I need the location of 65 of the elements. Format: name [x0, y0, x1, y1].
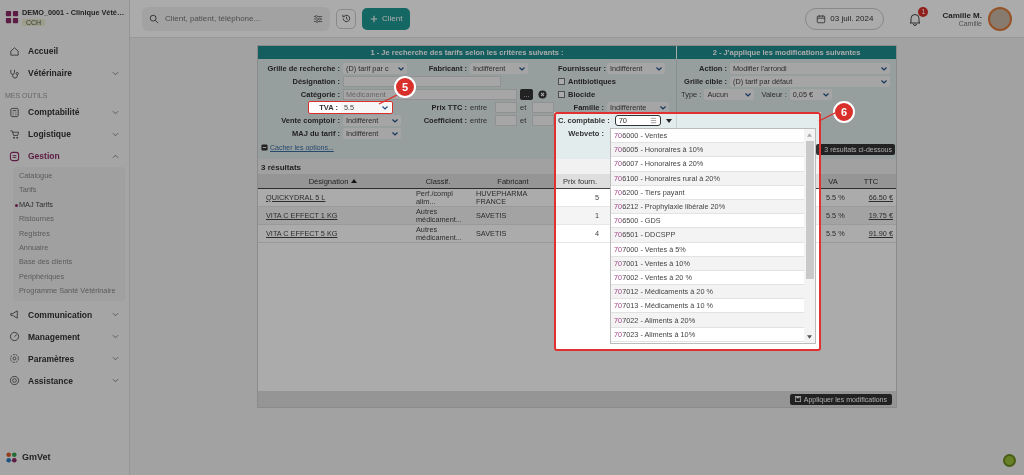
clinic-logo-icon	[5, 10, 19, 24]
chevron-down-icon	[112, 131, 119, 137]
gear-icon	[9, 353, 20, 364]
nav-item[interactable]: Management	[5, 325, 125, 348]
history-button[interactable]	[336, 8, 356, 29]
minus-icon	[261, 144, 268, 151]
scroll-down-icon[interactable]	[807, 335, 812, 339]
nav-item[interactable]: Paramètres	[5, 347, 125, 370]
chevron-down-icon	[881, 66, 887, 71]
text-field[interactable]	[532, 102, 554, 113]
checkbox[interactable]	[558, 91, 565, 98]
chevron-up-icon	[112, 153, 119, 159]
chevron-down-icon	[392, 131, 398, 136]
brand-logo-icon	[5, 450, 18, 464]
nav-item[interactable]: Comptabilité	[5, 101, 125, 123]
scroll-up-icon[interactable]	[807, 133, 812, 137]
checkbox[interactable]	[558, 78, 565, 85]
chevron-down-icon	[382, 105, 388, 110]
plus-icon	[370, 14, 378, 23]
calendar-icon	[816, 13, 827, 24]
chevron-down-icon	[519, 66, 525, 71]
stethoscope-icon	[9, 67, 20, 79]
avatar[interactable]	[988, 6, 1012, 31]
nav-item[interactable]: Assistance	[5, 369, 125, 392]
chevron-down-icon	[656, 66, 662, 71]
leader-line	[818, 112, 838, 122]
nav-item[interactable]: Accueil	[5, 40, 125, 62]
search-input[interactable]: Client, patient, téléphone...	[165, 12, 307, 25]
history-icon	[340, 13, 352, 24]
clear-icon[interactable]	[538, 90, 547, 99]
filter-icon[interactable]	[313, 13, 323, 24]
gauge-icon	[9, 331, 20, 342]
save-icon	[794, 396, 801, 402]
chevron-down-icon	[881, 79, 887, 84]
chevron-down-icon	[660, 105, 666, 110]
chevron-down-icon	[112, 356, 119, 361]
lifebuoy-icon	[9, 375, 20, 386]
megaphone-icon	[9, 309, 20, 320]
nav-item[interactable]: Communication	[5, 303, 125, 326]
scrollbar[interactable]	[804, 129, 815, 343]
list-icon	[649, 117, 657, 124]
nav-item[interactable]: Vétérinaire	[5, 62, 125, 84]
dropdown-arrow-icon[interactable]	[665, 118, 672, 123]
search-bar[interactable]: Client, patient, téléphone...	[142, 6, 330, 31]
brand-name: GmVet	[22, 452, 51, 462]
chevron-down-icon	[112, 109, 119, 115]
search-icon	[149, 13, 159, 24]
user-name: Camille M.	[942, 10, 982, 20]
chevron-down-icon	[112, 334, 119, 339]
chevron-down-icon	[745, 92, 752, 97]
chevron-down-icon	[112, 70, 119, 76]
help-icon[interactable]	[1003, 454, 1016, 467]
chevron-down-icon	[112, 378, 119, 383]
folder-icon	[9, 150, 20, 162]
text-field[interactable]	[532, 115, 554, 126]
nav-item[interactable]: Logistique	[5, 123, 125, 145]
nav-item[interactable]: Gestion	[5, 145, 125, 167]
cart-icon	[9, 128, 20, 140]
notification-bell-icon[interactable]	[908, 11, 923, 26]
chevron-down-icon	[822, 92, 829, 97]
home-icon	[9, 45, 20, 57]
chevron-down-icon	[112, 312, 119, 317]
chevron-down-icon	[398, 66, 404, 71]
calculator-icon	[9, 106, 20, 118]
chevron-down-icon	[392, 118, 398, 123]
